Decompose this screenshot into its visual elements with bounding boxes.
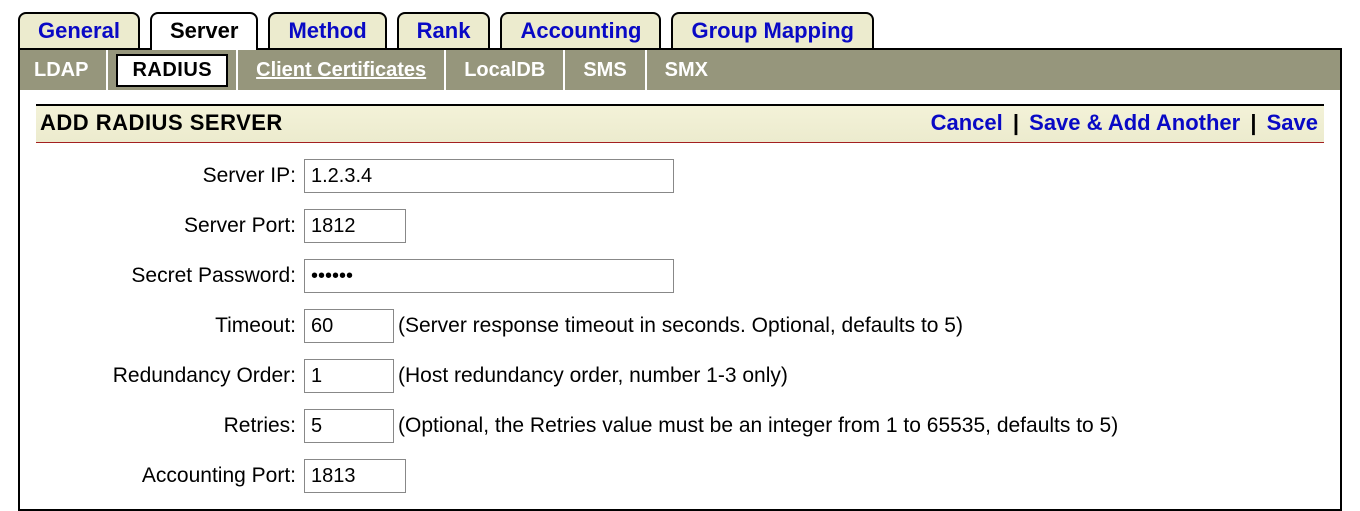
label-redundancy-order: Redundancy Order:: [36, 364, 304, 388]
hint-timeout: (Server response timeout in seconds. Opt…: [398, 314, 963, 338]
subtab-ldap-label: LDAP: [34, 59, 88, 82]
server-panel: LDAP RADIUS Client Certificates LocalDB …: [18, 48, 1342, 511]
row-server-ip: Server IP:: [36, 159, 1324, 193]
input-retries[interactable]: [304, 409, 394, 443]
tab-server[interactable]: Server: [150, 12, 259, 50]
input-server-ip[interactable]: [304, 159, 674, 193]
cancel-link[interactable]: Cancel: [931, 110, 1003, 135]
page-title: ADD RADIUS SERVER: [40, 110, 283, 136]
subtab-radius[interactable]: RADIUS: [108, 50, 238, 90]
tab-general[interactable]: General: [18, 12, 140, 48]
label-server-ip: Server IP:: [36, 164, 304, 188]
hint-redundancy-order: (Host redundancy order, number 1-3 only): [398, 364, 788, 388]
save-link[interactable]: Save: [1267, 110, 1318, 135]
subtab-smx-label: SMX: [665, 59, 708, 82]
row-accounting-port: Accounting Port:: [36, 459, 1324, 493]
input-secret-password[interactable]: [304, 259, 674, 293]
input-redundancy-order[interactable]: [304, 359, 394, 393]
header-actions: Cancel | Save & Add Another | Save: [931, 110, 1318, 136]
row-timeout: Timeout: (Server response timeout in sec…: [36, 309, 1324, 343]
subtab-localdb-label: LocalDB: [464, 59, 545, 82]
subtab-sms[interactable]: SMS: [565, 50, 646, 90]
tab-method[interactable]: Method: [268, 12, 386, 48]
subtab-radius-chip: RADIUS: [116, 54, 228, 87]
subtab-client-certificates[interactable]: Client Certificates: [238, 50, 446, 90]
main-tab-row: General Server Method Rank Accounting Gr…: [18, 4, 1342, 48]
subtab-localdb[interactable]: LocalDB: [446, 50, 565, 90]
save-add-another-link[interactable]: Save & Add Another: [1029, 110, 1240, 135]
label-retries: Retries:: [36, 414, 304, 438]
label-timeout: Timeout:: [36, 314, 304, 338]
tab-accounting[interactable]: Accounting: [500, 12, 661, 48]
label-accounting-port: Accounting Port:: [36, 464, 304, 488]
row-server-port: Server Port:: [36, 209, 1324, 243]
row-secret-password: Secret Password:: [36, 259, 1324, 293]
tab-rank[interactable]: Rank: [397, 12, 491, 48]
server-subtab-bar: LDAP RADIUS Client Certificates LocalDB …: [20, 50, 1340, 90]
subtab-ldap[interactable]: LDAP: [20, 50, 108, 90]
label-server-port: Server Port:: [36, 214, 304, 238]
subtab-client-certificates-label: Client Certificates: [256, 59, 426, 82]
tab-group-mapping[interactable]: Group Mapping: [671, 12, 874, 48]
action-separator: |: [1246, 110, 1260, 135]
input-accounting-port[interactable]: [304, 459, 406, 493]
input-timeout[interactable]: [304, 309, 394, 343]
subtab-sms-label: SMS: [583, 59, 626, 82]
row-redundancy-order: Redundancy Order: (Host redundancy order…: [36, 359, 1324, 393]
radius-server-form: Server IP: Server Port: Secret Password:…: [36, 159, 1324, 493]
subtab-smx[interactable]: SMX: [647, 50, 726, 90]
row-retries: Retries: (Optional, the Retries value mu…: [36, 409, 1324, 443]
label-secret-password: Secret Password:: [36, 264, 304, 288]
input-server-port[interactable]: [304, 209, 406, 243]
action-separator: |: [1009, 110, 1023, 135]
section-header: ADD RADIUS SERVER Cancel | Save & Add An…: [36, 104, 1324, 143]
subtab-radius-label: RADIUS: [132, 59, 212, 81]
hint-retries: (Optional, the Retries value must be an …: [398, 414, 1118, 438]
